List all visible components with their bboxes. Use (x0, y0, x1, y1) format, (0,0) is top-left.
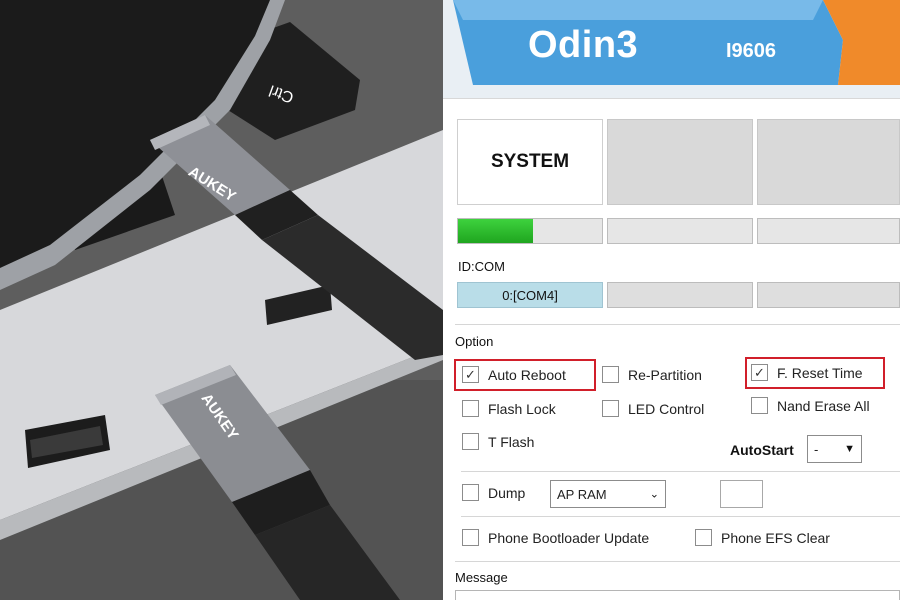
laptop-photo: Ctrl AUKEY AUKEY (0, 0, 443, 600)
header-banner-graphic (443, 0, 900, 98)
slot-system-label: SYSTEM (490, 151, 570, 172)
slot-system: SYSTEM (457, 119, 603, 205)
divider (455, 324, 900, 325)
dump-label: Dump (488, 484, 526, 501)
device-model: I9606 (726, 40, 777, 62)
autostart-label: AutoStart (730, 442, 794, 458)
f-reset-time-label: F. Reset Time (777, 364, 863, 381)
nand-erase-all-checkbox[interactable]: Nand Erase All (751, 397, 870, 414)
com-port-3 (757, 282, 900, 308)
com-port-1: 0:[COM4] (457, 282, 603, 308)
auto-reboot-label: Auto Reboot (488, 366, 566, 383)
divider (461, 516, 900, 517)
checkbox-icon (462, 484, 479, 501)
dump-button[interactable] (720, 480, 763, 508)
checkbox-icon (695, 529, 712, 546)
t-flash-checkbox[interactable]: T Flash (462, 433, 534, 450)
option-label: Option (455, 334, 494, 349)
checkbox-icon (602, 366, 619, 383)
divider (455, 561, 900, 562)
dump-type-select[interactable]: AP RAM ⌄ (550, 480, 666, 508)
nand-erase-all-label: Nand Erase All (777, 397, 870, 414)
idcom-label: ID:COM (458, 259, 505, 274)
slot-3 (757, 119, 900, 205)
message-log[interactable] (455, 590, 900, 600)
message-label: Message (455, 570, 508, 585)
flash-lock-checkbox[interactable]: Flash Lock (462, 400, 556, 417)
checkbox-icon (751, 397, 768, 414)
laptop-cable-illustration: Ctrl AUKEY AUKEY (0, 0, 443, 600)
led-control-checkbox[interactable]: LED Control (602, 400, 704, 417)
checkbox-icon (462, 529, 479, 546)
dump-checkbox[interactable]: Dump (462, 484, 525, 501)
odin-header-banner: Odin3 I9606 (443, 0, 900, 98)
phone-efs-clear-label: Phone EFS Clear (721, 529, 830, 546)
re-partition-label: Re-Partition (628, 366, 702, 383)
autostart-select[interactable]: - ▼ (807, 435, 862, 463)
progress-fill-1 (458, 219, 533, 243)
odin-main-panel: SYSTEM ID:COM 0:[COM4] Option ✓ Auto Reb… (443, 98, 900, 600)
slot-2 (607, 119, 753, 205)
checkbox-checked-icon: ✓ (462, 366, 479, 383)
divider (461, 471, 900, 472)
flash-lock-label: Flash Lock (488, 400, 556, 417)
led-control-label: LED Control (628, 400, 705, 417)
checkbox-icon (462, 400, 479, 417)
app-title: Odin3 (528, 24, 639, 66)
dump-type-value: AP RAM (557, 486, 607, 502)
autostart-value: - (814, 441, 819, 457)
re-partition-checkbox[interactable]: Re-Partition (602, 366, 702, 383)
auto-reboot-checkbox[interactable]: ✓ Auto Reboot (462, 366, 566, 383)
progress-bar-3 (757, 218, 900, 244)
phone-efs-clear-checkbox[interactable]: Phone EFS Clear (695, 529, 830, 546)
phone-bootloader-update-checkbox[interactable]: Phone Bootloader Update (462, 529, 649, 546)
progress-bar-1 (457, 218, 603, 244)
checkbox-icon (462, 433, 479, 450)
checkbox-checked-icon: ✓ (751, 364, 768, 381)
checkbox-icon (602, 400, 619, 417)
com-port-2 (607, 282, 753, 308)
t-flash-label: T Flash (488, 433, 535, 450)
f-reset-time-checkbox[interactable]: ✓ F. Reset Time (751, 364, 863, 381)
odin3-window: Odin3 I9606 SYSTEM ID:COM 0:[COM4] Optio… (443, 0, 900, 600)
chevron-down-icon: ⌄ (649, 488, 659, 501)
dropdown-arrow-icon: ▼ (844, 443, 855, 455)
phone-bootloader-update-label: Phone Bootloader Update (488, 529, 650, 546)
progress-bar-2 (607, 218, 753, 244)
